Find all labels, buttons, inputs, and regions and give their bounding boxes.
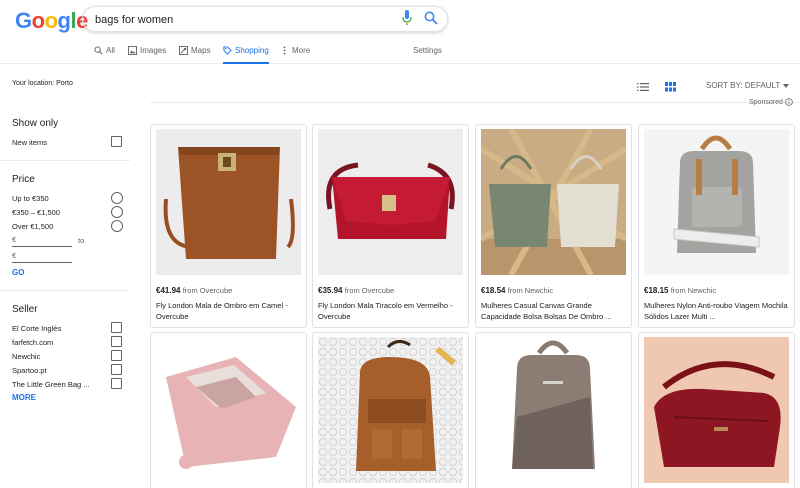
grid-view-icon[interactable] [665,82,676,92]
location-text: Your location: Porto [12,80,73,87]
price-min-field[interactable]: € [12,235,72,247]
search-box [82,6,448,32]
divider [0,160,130,161]
seller-checkbox[interactable] [111,364,122,375]
tab-label: More [292,46,311,55]
price-max-field[interactable]: € [12,251,72,263]
product-price: €18.15 from Newchic [644,286,716,295]
product-image[interactable] [644,337,789,483]
tab-label: Maps [191,46,211,55]
tab-shopping[interactable]: Shopping [223,46,269,64]
product-card[interactable]: €41.94 from Overcube Fly London Mala de … [150,124,307,328]
divider [150,102,800,103]
product-image[interactable] [644,129,789,275]
price-value: €18.15 [644,286,669,295]
list-view-icon[interactable] [637,82,649,92]
tab-maps[interactable]: Maps [179,46,211,64]
tab-images[interactable]: Images [128,46,166,64]
new-items-checkbox[interactable] [111,136,122,147]
search-icon[interactable] [424,11,438,25]
caret-down-icon [783,83,790,88]
product-card[interactable] [475,332,632,488]
product-price: €35.94 from Overcube [318,286,394,295]
logo-letter: o [44,8,58,33]
price-option-label: €350 – €1,500 [12,208,60,217]
product-card[interactable]: €18.54 from Newchic Mulheres Casual Canv… [475,124,632,328]
product-card[interactable] [312,332,469,488]
search-input[interactable] [95,11,395,28]
product-price: €41.94 from Overcube [156,286,232,295]
store-name: from Newchic [507,286,554,295]
tab-more[interactable]: More [280,46,310,64]
sort-dropdown[interactable]: SORT BY: DEFAULT [706,81,790,90]
price-value: €41.94 [156,286,181,295]
product-price: €18.54 from Newchic [481,286,553,295]
seller-label: Newchic [12,352,41,361]
price-value: €18.54 [481,286,506,295]
product-card[interactable] [638,332,795,488]
product-image[interactable] [156,337,301,483]
price-up-to-350-radio[interactable] [111,192,123,204]
tab-label: Images [140,46,167,55]
product-title[interactable]: Fly London Mala Tiracolo em Vermelho - O… [318,300,465,322]
price-option-label: Up to €350 [12,194,49,203]
logo-letter: g [57,8,71,33]
sort-label: SORT BY: DEFAULT [706,81,781,90]
tab-label: Shopping [235,46,269,55]
more-vert-icon [283,46,286,55]
seller-label: The Little Green Bag ... [12,380,90,389]
sponsored-label[interactable]: Sponsored [749,98,793,106]
price-350-1500-radio[interactable] [111,206,123,218]
logo-letter: o [31,8,45,33]
search-icon [94,46,103,55]
seller-label: Spartoo.pt [12,366,47,375]
logo-letter: G [15,8,32,33]
product-card[interactable]: €18.15 from Newchic Mulheres Nylon Anti-… [638,124,795,328]
seller-checkbox[interactable] [111,322,122,333]
seller-heading: Seller [12,304,38,315]
price-to-label: to [78,236,85,245]
seller-more-link[interactable]: MORE [12,393,36,402]
filter-new-items-label: New items [12,138,48,147]
microphone-icon[interactable] [402,10,412,26]
seller-checkbox[interactable] [111,336,122,347]
product-title[interactable]: Fly London Mala de Ombro em Camel - Over… [156,300,303,322]
seller-checkbox[interactable] [111,350,122,361]
divider [0,290,130,291]
search-tabs: All Images Maps Shopping More Settings [0,40,800,64]
product-image[interactable] [481,129,626,275]
store-name: from Overcube [344,286,395,295]
product-image[interactable] [481,337,626,483]
product-title[interactable]: Mulheres Nylon Anti-roubo Viagem Mochila… [644,300,791,322]
price-over-1500-radio[interactable] [111,220,123,232]
product-card[interactable]: €35.94 from Overcube Fly London Mala Tir… [312,124,469,328]
price-heading: Price [12,174,35,185]
price-go-button[interactable]: GO [12,268,24,277]
seller-label: El Corte Inglés [12,324,62,333]
price-value: €35.94 [318,286,343,295]
product-title[interactable]: Mulheres Casual Canvas Grande Capacidade… [481,300,628,322]
map-icon [179,46,188,55]
info-icon [785,98,793,106]
tab-settings[interactable]: Settings [413,46,442,55]
tag-icon [223,46,232,55]
image-icon [128,46,137,55]
tab-all[interactable]: All [94,46,115,64]
price-option-label: Over €1,500 [12,222,54,231]
tab-label: All [106,46,115,55]
product-image[interactable] [318,337,463,483]
show-only-heading: Show only [12,118,59,129]
product-image[interactable] [156,129,301,275]
product-card[interactable] [150,332,307,488]
store-name: from Overcube [182,286,233,295]
seller-label: farfetch.com [12,338,54,347]
sponsored-text: Sponsored [749,98,783,106]
store-name: from Newchic [670,286,717,295]
product-image[interactable] [318,129,463,275]
seller-checkbox[interactable] [111,378,122,389]
google-logo[interactable]: Google [15,8,88,34]
